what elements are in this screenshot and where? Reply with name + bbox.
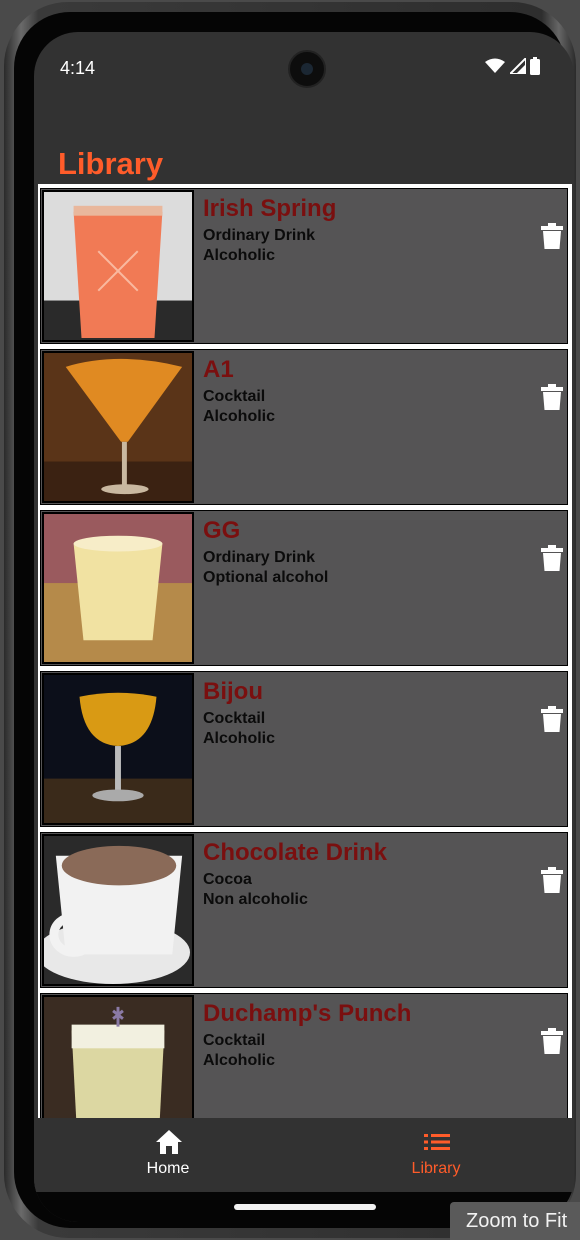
nav-library-tab[interactable]: Library (336, 1118, 536, 1192)
trash-icon[interactable] (541, 223, 563, 249)
nav-home-tab[interactable]: Home (68, 1118, 268, 1192)
drink-category: Cocktail (203, 1032, 266, 1049)
home-indicator[interactable] (234, 1204, 376, 1210)
drink-category: Cocktail (203, 388, 266, 405)
list-item[interactable]: Irish Spring Ordinary Drink Alcoholic (40, 188, 568, 344)
drink-alcoholic: Alcoholic (203, 1052, 276, 1069)
drink-name: A1 (203, 356, 234, 383)
drink-name: GG (203, 517, 241, 544)
drink-thumbnail (42, 995, 194, 1118)
battery-icon (530, 57, 540, 75)
drink-name: Chocolate Drink (203, 839, 388, 866)
drink-thumbnail (42, 834, 194, 986)
nav-home-label: Home (146, 1160, 190, 1177)
drink-list[interactable]: Irish Spring Ordinary Drink Alcoholic A1… (38, 184, 572, 1118)
status-time: 4:14 (60, 58, 96, 78)
front-camera (288, 50, 326, 88)
drink-name: Irish Spring (203, 195, 337, 222)
drink-category: Cocoa (203, 871, 252, 888)
drink-thumbnail (42, 512, 194, 664)
drink-thumbnail (42, 190, 194, 342)
trash-icon[interactable] (541, 867, 563, 893)
trash-icon[interactable] (541, 545, 563, 571)
zoom-to-fit-button[interactable]: Zoom to Fit (450, 1202, 580, 1240)
drink-alcoholic: Alcoholic (203, 730, 276, 747)
drink-category: Ordinary Drink (203, 549, 316, 566)
bottom-navigation: Home Library (34, 1118, 574, 1192)
phone-frame: 4:14 Library Irish Spring Ordinary Drink… (4, 2, 576, 1238)
trash-icon[interactable] (541, 706, 563, 732)
drink-category: Cocktail (203, 710, 266, 727)
drink-name: Bijou (203, 678, 263, 705)
app-bar: Library (34, 100, 574, 184)
trash-icon[interactable] (541, 1028, 563, 1054)
status-icons (485, 57, 540, 77)
trash-icon[interactable] (541, 384, 563, 410)
drink-category: Ordinary Drink (203, 227, 316, 244)
list-item[interactable]: A1 Cocktail Alcoholic (40, 349, 568, 505)
nav-library-label: Library (411, 1160, 461, 1177)
status-bar: 4:14 (34, 32, 574, 100)
drink-alcoholic: Alcoholic (203, 247, 276, 264)
list-item[interactable]: Duchamp's Punch Cocktail Alcoholic (40, 993, 568, 1118)
screen: 4:14 Library Irish Spring Ordinary Drink… (34, 32, 574, 1222)
home-icon (156, 1130, 182, 1154)
list-item[interactable]: GG Ordinary Drink Optional alcohol (40, 510, 568, 666)
drink-thumbnail (42, 351, 194, 503)
wifi-icon (485, 58, 506, 73)
page-title: Library (58, 146, 164, 181)
list-item[interactable]: Bijou Cocktail Alcoholic (40, 671, 568, 827)
signal-icon (509, 58, 526, 74)
list-item[interactable]: Chocolate Drink Cocoa Non alcoholic (40, 832, 568, 988)
drink-alcoholic: Alcoholic (203, 408, 276, 425)
drink-alcoholic: Optional alcohol (203, 569, 329, 586)
list-icon (424, 1134, 450, 1150)
phone-bezel: 4:14 Library Irish Spring Ordinary Drink… (14, 12, 574, 1228)
drink-thumbnail (42, 673, 194, 825)
drink-name: Duchamp's Punch (203, 1000, 412, 1027)
drink-alcoholic: Non alcoholic (203, 891, 308, 908)
